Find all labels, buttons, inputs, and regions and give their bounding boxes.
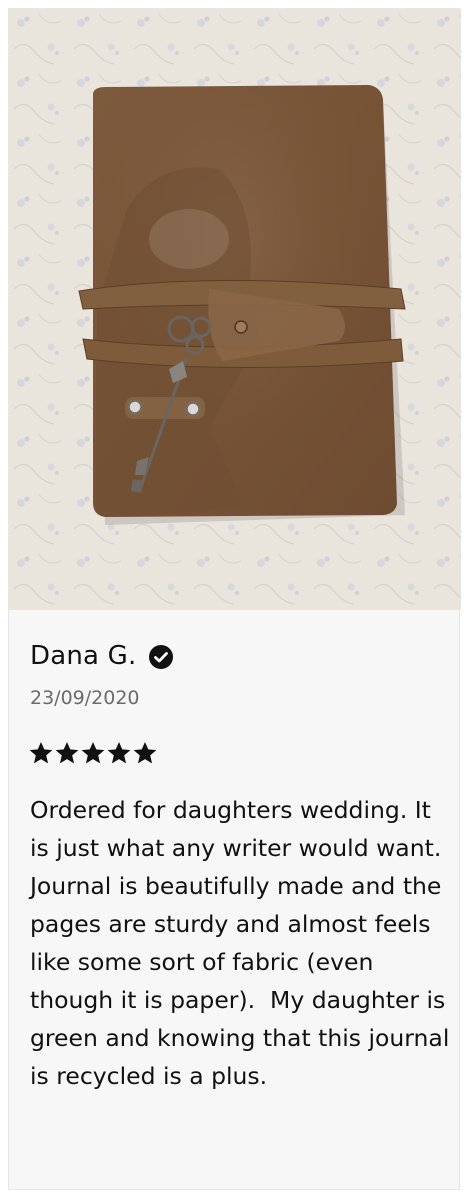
review-text: Ordered for daughters wedding. It is jus…: [30, 796, 457, 1090]
reviewer-row: Dana G.: [30, 637, 174, 673]
review-card: Dana G. 23/09/2020 Ordered for daughters…: [8, 8, 461, 1190]
journal-photo-image: [9, 9, 461, 610]
star-rating: [28, 740, 158, 766]
review-date: 23/09/2020: [30, 687, 140, 709]
star-icon: [81, 741, 105, 764]
star-icon: [133, 741, 157, 764]
verified-check-icon: [148, 644, 174, 670]
star-icon: [29, 741, 53, 764]
star-icon: [55, 741, 79, 764]
star-icon: [107, 741, 131, 764]
review-photo[interactable]: [9, 9, 461, 610]
reviewer-name: Dana G.: [30, 641, 137, 671]
